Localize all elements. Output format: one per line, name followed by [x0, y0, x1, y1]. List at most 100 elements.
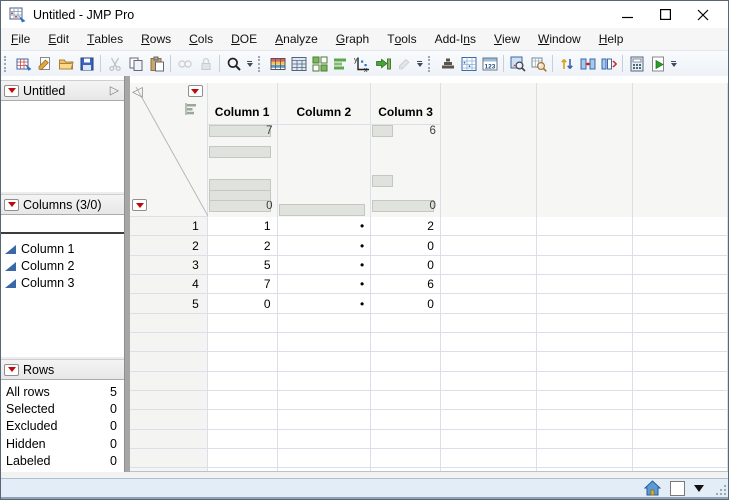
graph-builder-icon[interactable] — [330, 53, 351, 74]
window-list-box-icon[interactable] — [670, 480, 685, 496]
column-list-item[interactable]: Column 3 — [1, 274, 124, 291]
row-number-cell[interactable] — [130, 352, 208, 372]
run-script-icon[interactable] — [647, 53, 668, 74]
tabulate-icon[interactable] — [288, 53, 309, 74]
calculator-icon[interactable] — [626, 53, 647, 74]
menu-doe[interactable]: D OE — [222, 28, 266, 50]
empty-cell[interactable] — [440, 449, 537, 469]
empty-cell[interactable] — [440, 217, 537, 237]
data-cell[interactable] — [277, 371, 372, 392]
empty-cell[interactable] — [536, 294, 634, 314]
empty-column-header[interactable] — [633, 83, 728, 217]
empty-cell[interactable] — [633, 429, 728, 450]
empty-cell[interactable] — [633, 275, 728, 295]
row-number-cell[interactable]: 1 — [130, 217, 208, 237]
empty-cell[interactable] — [440, 352, 537, 372]
data-cell[interactable]: 6 — [371, 275, 441, 295]
empty-cell[interactable] — [536, 429, 634, 450]
menu-rows[interactable]: Rows — [132, 28, 180, 50]
data-cell[interactable] — [278, 468, 372, 471]
data-cell[interactable]: 7 — [207, 275, 278, 295]
calendar-icon[interactable]: 123 — [479, 53, 500, 74]
new-data-table-icon[interactable] — [13, 53, 34, 74]
split-columns-icon[interactable] — [598, 53, 619, 74]
column-header-label[interactable]: Column 2 — [277, 83, 371, 125]
open-file-icon[interactable] — [55, 53, 76, 74]
menu-addins[interactable]: Add-I n s — [426, 28, 485, 50]
data-cell[interactable] — [207, 449, 278, 469]
data-cell[interactable]: • — [277, 217, 372, 237]
data-cell[interactable]: 5 — [207, 255, 278, 276]
formula-icon[interactable] — [372, 53, 393, 74]
column-header-label[interactable]: Column 3 — [371, 83, 440, 125]
row-number-cell[interactable] — [130, 313, 208, 334]
data-cell[interactable]: 0 — [371, 294, 441, 314]
red-triangle-icon[interactable] — [4, 198, 19, 211]
empty-cell[interactable] — [536, 333, 634, 353]
menu-file[interactable]: File — [2, 28, 39, 50]
data-cell[interactable] — [371, 391, 441, 411]
empty-cell[interactable] — [440, 255, 537, 276]
row-number-cell[interactable]: 2 — [130, 236, 208, 256]
empty-cell[interactable] — [536, 275, 634, 295]
data-cell[interactable] — [277, 410, 372, 430]
menu-graph[interactable]: Graph — [327, 28, 378, 50]
minimize-button[interactable] — [608, 1, 646, 28]
table-corner[interactable]: ◁ — [130, 83, 208, 217]
data-cell[interactable] — [371, 371, 441, 392]
data-cell[interactable] — [277, 429, 372, 450]
empty-cell[interactable] — [633, 371, 728, 392]
save-file-icon[interactable] — [76, 53, 97, 74]
row-number-cell[interactable] — [130, 449, 208, 469]
menu-edit[interactable]: Edit — [39, 28, 78, 50]
toolbar-drag-handle[interactable] — [258, 55, 265, 72]
panel-expand-icon[interactable]: ▷ — [110, 83, 119, 97]
header-graph-icon[interactable] — [184, 102, 198, 116]
menu-help[interactable]: Help — [590, 28, 633, 50]
new-journal-icon[interactable] — [34, 53, 55, 74]
data-cell[interactable] — [207, 371, 278, 392]
empty-cell[interactable] — [536, 313, 634, 334]
data-cell[interactable] — [371, 313, 441, 334]
menu-analyze[interactable]: Analyze — [266, 28, 327, 50]
menu-tables[interactable]: Tables — [78, 28, 132, 50]
empty-cell[interactable] — [633, 352, 728, 372]
menu-tools[interactable]: To ols — [378, 28, 425, 50]
data-cell[interactable] — [207, 352, 278, 372]
rows-panel-header[interactable]: Rows — [1, 359, 124, 380]
data-cell[interactable] — [207, 391, 278, 411]
search-icon[interactable] — [223, 53, 244, 74]
data-cell[interactable] — [277, 333, 372, 353]
empty-cell[interactable] — [633, 217, 728, 237]
data-cell[interactable] — [371, 429, 441, 450]
toolbar-drag-handle[interactable] — [428, 55, 435, 72]
data-cell[interactable] — [207, 313, 278, 334]
data-cell[interactable] — [371, 410, 441, 430]
empty-cell[interactable] — [440, 391, 537, 411]
data-cell[interactable]: • — [277, 255, 372, 276]
distribution-icon[interactable] — [437, 53, 458, 74]
toolbar-overflow-icon[interactable] — [414, 53, 425, 74]
close-button[interactable] — [684, 1, 722, 28]
data-cell[interactable] — [207, 333, 278, 353]
data-cell[interactable] — [277, 313, 372, 334]
data-cell[interactable] — [207, 410, 278, 430]
data-cell[interactable] — [208, 468, 278, 471]
column-header-label[interactable]: Column 1 — [207, 83, 277, 125]
empty-cell[interactable] — [633, 468, 728, 471]
maximize-button[interactable] — [646, 1, 684, 28]
empty-cell[interactable] — [440, 333, 537, 353]
row-number-cell[interactable] — [130, 468, 208, 471]
empty-cell[interactable] — [440, 313, 537, 334]
data-cell[interactable] — [207, 429, 278, 450]
toolbar-overflow-icon[interactable] — [244, 53, 255, 74]
data-cell[interactable]: 0 — [207, 294, 278, 314]
paste-icon[interactable] — [146, 53, 167, 74]
data-grid-icon[interactable] — [458, 53, 479, 74]
empty-cell[interactable] — [536, 255, 634, 276]
empty-cell[interactable] — [633, 255, 728, 276]
toolbar-overflow-icon[interactable] — [668, 53, 679, 74]
empty-column-header[interactable] — [536, 83, 634, 217]
menu-view[interactable]: View — [485, 28, 529, 50]
empty-cell[interactable] — [633, 391, 728, 411]
